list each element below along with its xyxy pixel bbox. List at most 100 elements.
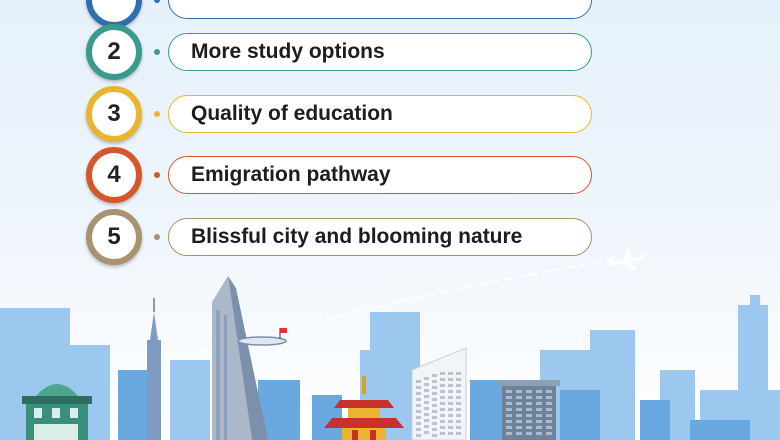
window xyxy=(456,426,461,429)
reason-pill: More study options xyxy=(168,33,592,71)
window xyxy=(416,380,421,383)
window xyxy=(536,414,542,417)
window xyxy=(432,410,437,413)
spire-tower xyxy=(147,298,161,440)
reason-item-2: 2 More study options xyxy=(86,24,606,80)
window xyxy=(440,384,445,387)
white-building xyxy=(411,347,467,440)
window xyxy=(416,422,421,425)
window xyxy=(536,432,542,435)
window xyxy=(432,404,437,407)
flag-icon xyxy=(280,328,287,333)
number-badge: 3 xyxy=(86,86,142,142)
number-text: 4 xyxy=(107,161,121,188)
window xyxy=(516,408,522,411)
window xyxy=(448,408,453,411)
window xyxy=(546,432,552,435)
window xyxy=(432,392,437,395)
window xyxy=(456,408,461,411)
window xyxy=(416,434,421,437)
window xyxy=(448,432,453,435)
window xyxy=(448,426,453,429)
window xyxy=(440,372,445,375)
window xyxy=(424,401,429,404)
window xyxy=(546,390,552,393)
window xyxy=(440,426,445,429)
window xyxy=(416,410,421,413)
connector-dot xyxy=(154,172,160,178)
reason-item-3: 3 Quality of education xyxy=(86,86,606,142)
window xyxy=(516,390,522,393)
window xyxy=(424,425,429,428)
window xyxy=(506,420,512,423)
reason-label: More study options xyxy=(191,40,385,63)
window xyxy=(416,404,421,407)
window xyxy=(516,420,522,423)
window xyxy=(424,389,429,392)
window xyxy=(448,402,453,405)
number-badge: 2 xyxy=(86,24,142,80)
reason-label: Quality of education xyxy=(191,102,393,125)
window xyxy=(416,386,421,389)
window xyxy=(440,420,445,423)
window xyxy=(424,395,429,398)
window xyxy=(506,402,512,405)
number-text: 2 xyxy=(107,38,121,65)
window xyxy=(448,396,453,399)
window xyxy=(546,414,552,417)
window xyxy=(432,428,437,431)
window xyxy=(526,414,532,417)
window xyxy=(456,420,461,423)
window xyxy=(546,396,552,399)
window xyxy=(506,414,512,417)
window xyxy=(526,420,532,423)
window xyxy=(416,398,421,401)
window xyxy=(456,414,461,417)
window xyxy=(456,372,461,375)
window xyxy=(416,428,421,431)
window xyxy=(424,407,429,410)
city-skyline-illustration xyxy=(0,248,780,440)
window xyxy=(506,408,512,411)
window xyxy=(432,434,437,437)
window xyxy=(456,402,461,405)
window xyxy=(516,426,522,429)
connector-dot xyxy=(154,49,160,55)
window xyxy=(456,384,461,387)
window xyxy=(526,402,532,405)
window xyxy=(526,432,532,435)
window xyxy=(440,414,445,417)
number-text: 3 xyxy=(107,100,121,127)
reasons-list: 2 More study options 3 Quality of educat… xyxy=(0,0,780,270)
reason-pill xyxy=(168,0,592,19)
window xyxy=(448,378,453,381)
window xyxy=(456,378,461,381)
window xyxy=(448,372,453,375)
window xyxy=(516,396,522,399)
connector-dot xyxy=(154,0,160,3)
number-badge: 4 xyxy=(86,147,142,203)
window xyxy=(536,408,542,411)
window xyxy=(416,392,421,395)
window xyxy=(424,431,429,434)
window xyxy=(546,408,552,411)
window xyxy=(440,432,445,435)
window xyxy=(526,396,532,399)
window xyxy=(432,416,437,419)
window xyxy=(440,402,445,405)
window xyxy=(448,390,453,393)
window xyxy=(432,380,437,383)
window xyxy=(440,408,445,411)
window xyxy=(424,377,429,380)
window xyxy=(536,426,542,429)
reason-item-4: 4 Emigration pathway xyxy=(86,147,606,203)
window xyxy=(516,402,522,405)
reason-label: Emigration pathway xyxy=(191,163,391,186)
window xyxy=(440,390,445,393)
window xyxy=(456,396,461,399)
reason-pill: Quality of education xyxy=(168,95,592,133)
window xyxy=(432,398,437,401)
window xyxy=(424,419,429,422)
window xyxy=(536,402,542,405)
window xyxy=(546,426,552,429)
